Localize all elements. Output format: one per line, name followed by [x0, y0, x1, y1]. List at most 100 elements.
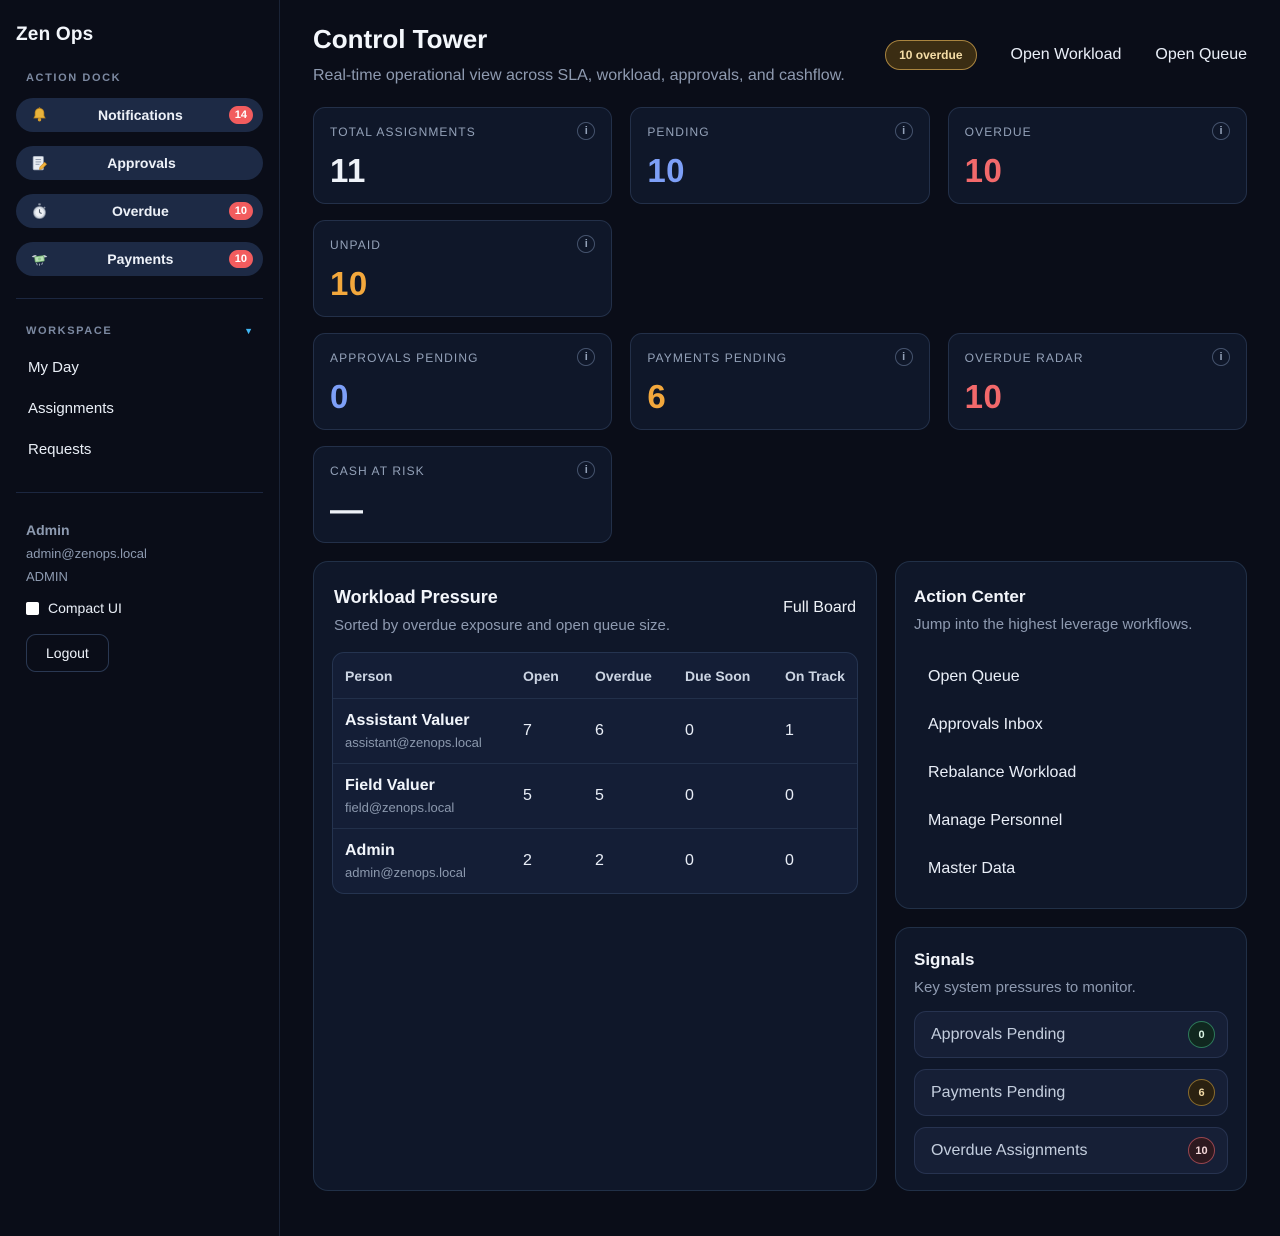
signals-title: Signals — [914, 950, 1228, 970]
signals-subtitle: Key system pressures to monitor. — [914, 979, 1228, 996]
money-with-wings-icon — [30, 249, 52, 269]
page-head-text: Control Tower Real-time operational view… — [313, 24, 845, 85]
sidebar: Zen Ops ACTION DOCK Notifications 14 App… — [0, 0, 280, 1236]
open-count: 7 — [511, 699, 583, 764]
column-header-on-track: On Track — [773, 653, 857, 699]
info-icon[interactable]: i — [895, 122, 913, 140]
overdue-chip[interactable]: 10 overdue — [885, 40, 976, 70]
main-content: Control Tower Real-time operational view… — [280, 0, 1280, 1191]
kpi-card-pending: PENDING i 10 — [630, 107, 929, 204]
user-role: ADMIN — [26, 565, 253, 588]
kpi-value: 10 — [965, 152, 1230, 190]
open-workload-button[interactable]: Open Workload — [1011, 46, 1122, 64]
kpi-label: PENDING — [647, 125, 709, 139]
sidebar-item-label: Notifications — [52, 107, 229, 123]
column-header-open: Open — [511, 653, 583, 699]
info-icon[interactable]: i — [577, 122, 595, 140]
kpi-label: CASH AT RISK — [330, 464, 425, 478]
overdue-count: 6 — [583, 699, 673, 764]
page-subtitle: Real-time operational view across SLA, w… — [313, 67, 845, 85]
kpi-grid-primary: TOTAL ASSIGNMENTS i 11 PENDING i 10 OVER… — [313, 107, 1247, 317]
table-header-row: Person Open Overdue Due Soon On Track — [333, 653, 857, 699]
column-header-person: Person — [333, 653, 511, 699]
action-center-title: Action Center — [914, 587, 1228, 607]
signal-count-badge: 6 — [1188, 1079, 1215, 1106]
person-email: assistant@zenops.local — [345, 735, 499, 750]
stopwatch-icon — [30, 201, 52, 221]
chevron-down-icon[interactable]: ▼ — [244, 326, 253, 336]
info-icon[interactable]: i — [895, 348, 913, 366]
logout-button[interactable]: Logout — [26, 634, 109, 672]
action-link-approvals-inbox[interactable]: Approvals Inbox — [914, 701, 1228, 749]
kpi-label: OVERDUE RADAR — [965, 351, 1084, 365]
notifications-count-badge: 14 — [229, 106, 253, 124]
kpi-card-total-assignments: TOTAL ASSIGNMENTS i 11 — [313, 107, 612, 204]
workload-subtitle: Sorted by overdue exposure and open queu… — [334, 617, 670, 634]
kpi-value: 11 — [330, 152, 595, 190]
action-link-rebalance-workload[interactable]: Rebalance Workload — [914, 749, 1228, 797]
kpi-value: 10 — [330, 265, 595, 303]
signal-payments-pending[interactable]: Payments Pending 6 — [914, 1069, 1228, 1116]
open-count: 5 — [511, 764, 583, 829]
payments-count-badge: 10 — [229, 250, 253, 268]
info-icon[interactable]: i — [577, 235, 595, 253]
kpi-label: APPROVALS PENDING — [330, 351, 479, 365]
signal-overdue-assignments[interactable]: Overdue Assignments 10 — [914, 1127, 1228, 1174]
info-icon[interactable]: i — [577, 348, 595, 366]
person-name: Assistant Valuer — [345, 712, 499, 730]
signal-label: Payments Pending — [931, 1084, 1065, 1102]
on-track-count: 0 — [773, 764, 857, 829]
workload-title: Workload Pressure — [334, 587, 670, 608]
action-center-subtitle: Jump into the highest leverage workflows… — [914, 616, 1228, 633]
app-title: Zen Ops — [16, 24, 263, 46]
sidebar-item-requests[interactable]: Requests — [16, 429, 263, 470]
sidebar-item-approvals[interactable]: Approvals — [16, 146, 263, 180]
kpi-card-payments-pending: PAYMENTS PENDING i 6 — [630, 333, 929, 430]
action-link-open-queue[interactable]: Open Queue — [914, 653, 1228, 701]
open-queue-button[interactable]: Open Queue — [1155, 46, 1247, 64]
person-name: Field Valuer — [345, 777, 499, 795]
signal-label: Overdue Assignments — [931, 1142, 1088, 1160]
kpi-label: TOTAL ASSIGNMENTS — [330, 125, 476, 139]
compact-ui-checkbox[interactable] — [26, 602, 39, 615]
workload-table: Person Open Overdue Due Soon On Track As… — [332, 652, 858, 894]
due-soon-count: 0 — [673, 829, 773, 894]
full-board-button[interactable]: Full Board — [783, 599, 856, 617]
info-icon[interactable]: i — [1212, 348, 1230, 366]
table-row[interactable]: Assistant Valuer assistant@zenops.local … — [333, 699, 857, 764]
user-email: admin@zenops.local — [26, 542, 253, 565]
info-icon[interactable]: i — [1212, 122, 1230, 140]
signal-approvals-pending[interactable]: Approvals Pending 0 — [914, 1011, 1228, 1058]
user-name: Admin — [26, 519, 253, 542]
overdue-count: 2 — [583, 829, 673, 894]
kpi-value: 10 — [647, 152, 912, 190]
kpi-value: 10 — [965, 378, 1230, 416]
kpi-label: PAYMENTS PENDING — [647, 351, 787, 365]
bell-icon — [30, 105, 52, 125]
workload-head-text: Workload Pressure Sorted by overdue expo… — [334, 587, 670, 634]
kpi-label: OVERDUE — [965, 125, 1032, 139]
sidebar-item-label: Overdue — [52, 203, 229, 219]
sidebar-item-payments[interactable]: Payments 10 — [16, 242, 263, 276]
kpi-card-overdue: OVERDUE i 10 — [948, 107, 1247, 204]
table-row[interactable]: Field Valuer field@zenops.local 5 5 0 0 — [333, 764, 857, 829]
table-row[interactable]: Admin admin@zenops.local 2 2 0 0 — [333, 829, 857, 894]
action-link-master-data[interactable]: Master Data — [914, 845, 1228, 893]
kpi-grid-secondary: APPROVALS PENDING i 0 PAYMENTS PENDING i… — [313, 333, 1247, 543]
sidebar-item-label: Approvals — [52, 155, 231, 171]
overdue-count-badge: 10 — [229, 202, 253, 220]
person-email: field@zenops.local — [345, 800, 499, 815]
sidebar-item-overdue[interactable]: Overdue 10 — [16, 194, 263, 228]
signals-panel: Signals Key system pressures to monitor.… — [895, 927, 1247, 1191]
action-center-panel: Action Center Jump into the highest leve… — [895, 561, 1247, 909]
kpi-value: — — [330, 491, 595, 529]
user-block: Admin admin@zenops.local ADMIN — [26, 519, 253, 588]
kpi-card-cash-at-risk: CASH AT RISK i — — [313, 446, 612, 543]
sidebar-item-notifications[interactable]: Notifications 14 — [16, 98, 263, 132]
on-track-count: 0 — [773, 829, 857, 894]
action-dock-label: ACTION DOCK — [26, 72, 253, 84]
action-link-manage-personnel[interactable]: Manage Personnel — [914, 797, 1228, 845]
info-icon[interactable]: i — [577, 461, 595, 479]
sidebar-item-my-day[interactable]: My Day — [16, 347, 263, 388]
sidebar-item-assignments[interactable]: Assignments — [16, 388, 263, 429]
